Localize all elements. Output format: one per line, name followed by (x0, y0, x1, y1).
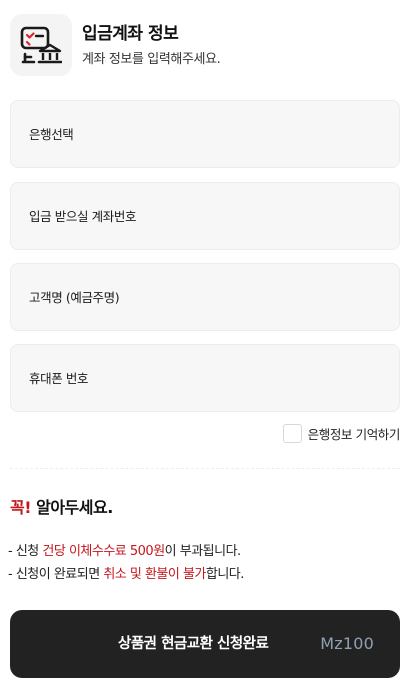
bank-account-icon (10, 14, 72, 76)
holder-name-input[interactable] (29, 264, 399, 330)
notice-list: - 신청 건당 이체수수료 500원이 부과됩니다. - 신청이 완료되면 취소… (8, 540, 244, 586)
account-number-input[interactable] (29, 183, 399, 249)
bank-select-field[interactable] (10, 100, 400, 168)
phone-input[interactable] (29, 345, 399, 411)
phone-field[interactable] (10, 344, 400, 412)
page-title: 입금계좌 정보 (82, 24, 179, 44)
bank-select-input[interactable] (29, 101, 399, 167)
notice-text: - 신청 (8, 544, 43, 559)
submit-button[interactable]: 상품권 현금교환 신청완료 Mz100 (10, 610, 400, 678)
page-header: 입금계좌 정보 계좌 정보를 입력해주세요. (10, 14, 404, 76)
notice-text: 이 부과됩니다. (164, 544, 242, 559)
notice-title-accent: 꼭! (10, 498, 32, 517)
notice-text: - 신청이 완료되면 (8, 567, 104, 582)
page-subtitle: 계좌 정보를 입력해주세요. (82, 52, 221, 67)
notice-highlight: 취소 및 환불이 불가 (103, 567, 206, 582)
notice-item: - 신청 건당 이체수수료 500원이 부과됩니다. (8, 540, 244, 563)
header-text: 입금계좌 정보 계좌 정보를 입력해주세요. (82, 23, 221, 67)
notice-title-text: 알아두세요. (31, 498, 113, 517)
notice-item: - 신청이 완료되면 취소 및 환불이 불가합니다. (8, 563, 244, 586)
section-divider (10, 468, 400, 469)
notice-highlight: 건당 이체수수료 500원 (42, 544, 165, 559)
submit-button-label: 상품권 현금교환 신청완료 (118, 636, 269, 652)
account-number-field[interactable] (10, 182, 400, 250)
notice-title: 꼭! 알아두세요. (10, 494, 113, 518)
bank-account-icon-graphic (20, 26, 62, 64)
holder-name-field[interactable] (10, 263, 400, 331)
notice-text: 합니다. (205, 567, 245, 582)
remember-label: 은행정보 기억하기 (307, 427, 401, 442)
remember-checkbox[interactable] (282, 424, 302, 443)
submit-amount: Mz100 (320, 634, 374, 653)
remember-bank-toggle[interactable]: 은행정보 기억하기 (282, 424, 401, 443)
